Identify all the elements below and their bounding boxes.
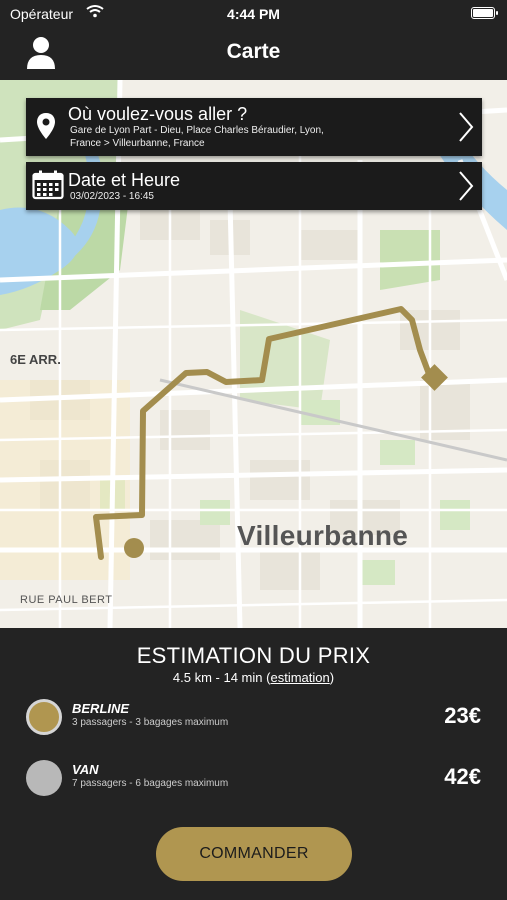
vehicle-description: 7 passagers - 6 bagages maximum [72,778,229,789]
origin-marker [124,538,144,558]
datetime-value: 03/02/2023 - 16:45 [70,191,154,202]
status-bar: Opérateur 4:44 PM [0,0,507,28]
vehicle-radio[interactable] [26,760,62,796]
map-street-label: RUE PAUL BERT [20,594,113,606]
battery-icon [471,7,498,19]
map-district-label: 6E ARR. [10,352,61,367]
chevron-right-icon [458,111,474,143]
vehicle-option-van[interactable]: VAN 7 passagers - 6 bagages maximum 42€ [26,758,481,798]
vehicle-description: 3 passagers - 3 bagages maximum [72,717,229,728]
estimate-summary: 4.5 km - 14 min [172,670,263,685]
vehicle-name: VAN [72,762,99,777]
estimate-summary-line: 4.5 km - 14 min (estimation) [0,670,507,685]
vehicle-price: 23€ [444,703,481,728]
destination-detail-line2: France > Villeurbanne, France [70,138,205,149]
vehicle-name: BERLINE [72,701,130,716]
destination-title: Où voulez-vous aller ? [68,104,248,124]
map-city-label: Villeurbanne [237,520,409,551]
calendar-icon [32,170,64,205]
vehicle-radio-selected[interactable] [26,699,62,735]
nav-bar: Carte [0,28,507,80]
chevron-right-icon [458,170,474,202]
clock-time: 4:44 PM [227,6,280,22]
estimate-title: ESTIMATION DU PRIX [136,643,371,668]
estimate-link[interactable]: estimation [270,670,329,685]
vehicle-option-berline[interactable]: BERLINE 3 passagers - 3 bagages maximum … [26,697,481,737]
vehicle-price: 42€ [444,764,481,789]
estimate-paren-close: ) [329,670,335,685]
page-title: Carte [226,40,281,63]
datetime-title: Date et Heure [68,170,181,190]
location-pin-icon [36,112,56,145]
order-button[interactable]: COMMANDER [156,827,352,881]
destination-detail-line1: Gare de Lyon Part - Dieu, Place Charles … [70,125,324,136]
destination-card[interactable]: Où voulez-vous aller ? Gare de Lyon Part… [26,98,482,156]
datetime-card[interactable]: Date et Heure 03/02/2023 - 16:45 [26,162,482,210]
